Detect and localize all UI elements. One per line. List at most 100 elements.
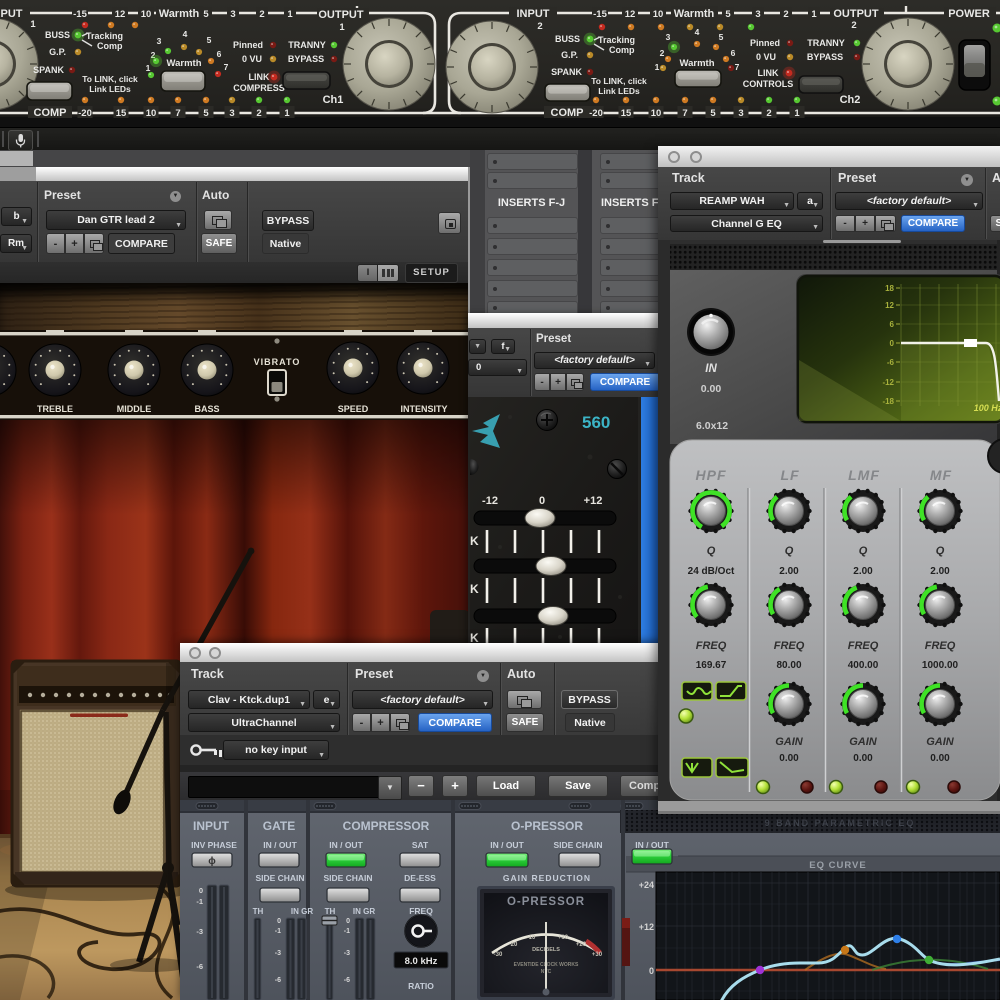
svg-text:CONTROLS: CONTROLS [743, 79, 794, 89]
svg-text:-18: -18 [882, 397, 894, 406]
svg-text:LMF: LMF [848, 467, 880, 483]
svg-text:0: 0 [649, 966, 654, 976]
svg-text:Warmth: Warmth [674, 8, 715, 20]
svg-text:K: K [470, 582, 479, 596]
svg-text:VIBRATO: VIBRATO [254, 357, 301, 367]
svg-text:K: K [470, 534, 479, 548]
svg-text:3: 3 [666, 32, 671, 42]
svg-text:-15: -15 [73, 9, 87, 20]
svg-text:IN / OUT: IN / OUT [263, 840, 297, 850]
svg-text:2: 2 [660, 48, 665, 58]
svg-text:Warmth: Warmth [166, 58, 201, 69]
svg-text:BYPASS: BYPASS [807, 52, 843, 62]
svg-text:-12: -12 [882, 378, 894, 387]
svg-text:5: 5 [710, 108, 716, 119]
svg-text:5: 5 [725, 9, 731, 20]
svg-text:-12: -12 [482, 495, 498, 507]
svg-text:7: 7 [175, 108, 180, 119]
svg-text:4: 4 [695, 27, 700, 37]
svg-text:2.00: 2.00 [779, 566, 799, 577]
svg-text:SIDE CHAIN: SIDE CHAIN [255, 873, 304, 883]
svg-text:GATE: GATE [263, 819, 295, 833]
svg-text:3: 3 [229, 108, 234, 119]
svg-text:1000.00: 1000.00 [922, 660, 959, 671]
svg-text:+30: +30 [592, 952, 603, 958]
svg-text:-6: -6 [196, 962, 203, 971]
svg-text:-6: -6 [887, 358, 895, 367]
svg-text:0 VU: 0 VU [242, 54, 262, 64]
svg-text:12: 12 [625, 9, 636, 20]
svg-text:0: 0 [890, 339, 895, 348]
svg-text:15: 15 [116, 108, 127, 119]
svg-text:TH: TH [325, 907, 336, 916]
svg-text:0.00: 0.00 [930, 753, 950, 764]
svg-text:COMPRESS: COMPRESS [233, 83, 285, 93]
svg-text:INV PHASE: INV PHASE [191, 840, 237, 850]
svg-text:-20: -20 [589, 108, 603, 119]
svg-text:IN / OUT: IN / OUT [490, 840, 524, 850]
svg-text:TREBLE: TREBLE [37, 404, 73, 414]
svg-text:-15: -15 [593, 9, 607, 20]
svg-text:To LINK, click: To LINK, click [591, 76, 647, 86]
svg-text:-3: -3 [196, 927, 203, 936]
svg-text:4: 4 [183, 29, 188, 39]
svg-text:G.P.: G.P. [561, 50, 578, 60]
svg-text:6: 6 [731, 48, 736, 58]
svg-text:1: 1 [339, 22, 345, 33]
svg-text:Tracking: Tracking [598, 35, 635, 45]
svg-text:-3: -3 [344, 950, 350, 957]
svg-text:-1: -1 [344, 928, 350, 935]
svg-text:-1: -1 [196, 897, 203, 906]
svg-text:0: 0 [539, 495, 545, 507]
svg-text:FREQ: FREQ [696, 640, 727, 652]
svg-text:GAIN REDUCTION: GAIN REDUCTION [503, 873, 591, 883]
svg-text:SPANK: SPANK [551, 67, 582, 77]
svg-text:10: 10 [653, 9, 664, 20]
svg-text:2.00: 2.00 [930, 566, 950, 577]
svg-text:Warmth: Warmth [679, 58, 714, 69]
svg-text:7: 7 [735, 62, 740, 72]
svg-text:Warmth: Warmth [159, 8, 200, 20]
svg-text:Ch1: Ch1 [323, 94, 344, 106]
svg-text:Ch2: Ch2 [840, 94, 861, 106]
svg-text:560: 560 [582, 413, 610, 432]
svg-text:15: 15 [621, 108, 632, 119]
svg-text:1: 1 [811, 9, 817, 20]
svg-text:INTENSITY: INTENSITY [400, 404, 447, 414]
svg-text:5: 5 [203, 108, 209, 119]
svg-text:SPEED: SPEED [338, 404, 369, 414]
svg-text:12: 12 [885, 301, 894, 310]
svg-text:BUSS: BUSS [45, 30, 70, 40]
svg-text:7: 7 [682, 108, 687, 119]
svg-text:TH: TH [253, 907, 264, 916]
svg-text:EQ CURVE: EQ CURVE [809, 860, 866, 871]
svg-text:LF: LF [780, 467, 799, 483]
svg-text:INPUT: INPUT [193, 819, 230, 833]
svg-text:IN / OUT: IN / OUT [329, 840, 363, 850]
svg-text:SIDE CHAIN: SIDE CHAIN [553, 840, 602, 850]
svg-text:0 VU: 0 VU [756, 52, 776, 62]
svg-text:BUSS: BUSS [555, 34, 580, 44]
svg-text:Q: Q [859, 545, 868, 557]
svg-text:GAIN: GAIN [775, 736, 804, 748]
svg-text:-6: -6 [275, 977, 281, 984]
svg-text:6: 6 [217, 49, 222, 59]
svg-text:INPUT: INPUT [0, 8, 23, 20]
svg-text:2: 2 [259, 9, 264, 20]
svg-text:GAIN: GAIN [849, 736, 878, 748]
svg-text:+10: +10 [558, 935, 569, 941]
svg-text:3: 3 [755, 9, 760, 20]
svg-text:0: 0 [199, 886, 203, 895]
svg-text:OUTPUT: OUTPUT [833, 8, 879, 20]
svg-text:COMPRESSOR: COMPRESSOR [343, 819, 430, 833]
svg-text:1: 1 [655, 62, 660, 72]
svg-text:To LINK, click: To LINK, click [82, 74, 138, 84]
svg-text:2: 2 [851, 20, 856, 31]
svg-text:10: 10 [141, 9, 152, 20]
svg-text:2: 2 [783, 9, 788, 20]
svg-text:Link LEDs: Link LEDs [598, 86, 640, 96]
svg-text:-10: -10 [527, 935, 536, 941]
svg-text:Link LEDs: Link LEDs [89, 84, 131, 94]
svg-text:7: 7 [224, 62, 229, 72]
svg-text:+12: +12 [639, 922, 654, 932]
